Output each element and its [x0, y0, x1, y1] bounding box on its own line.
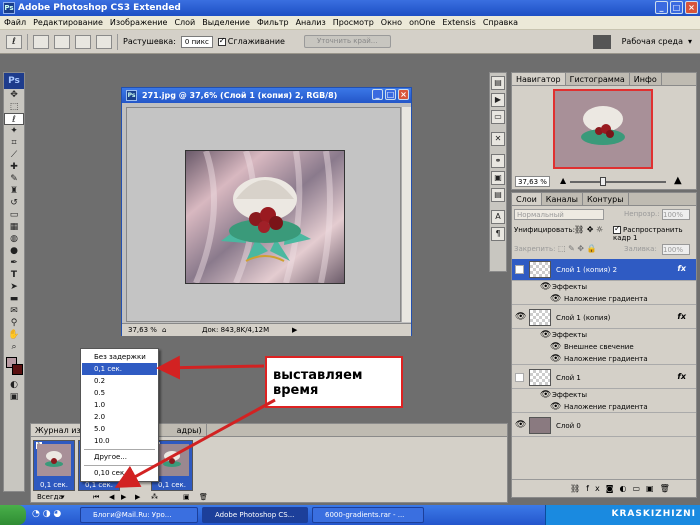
windows-taskbar: ◔ ◑ ◕ Блоги@Mail.Ru: Уро... Adobe Photos…: [0, 505, 700, 525]
annotation-arrows: [114, 355, 276, 488]
system-tray: KRASKIZHIZNI: [545, 505, 700, 525]
taskbar-item-active[interactable]: Adobe Photoshop CS...: [202, 507, 308, 523]
quicklaunch-icons[interactable]: ◔ ◑ ◕: [32, 509, 61, 519]
taskbar-item[interactable]: 6000-gradients.rar - ...: [312, 507, 424, 523]
arrow-to-menu: [156, 355, 265, 380]
start-button[interactable]: [0, 505, 26, 525]
arrow-to-frame: [114, 398, 276, 488]
watermark-brand: KRASKIZHIZNI: [611, 509, 696, 519]
taskbar-item[interactable]: Блоги@Mail.Ru: Уро...: [80, 507, 198, 523]
